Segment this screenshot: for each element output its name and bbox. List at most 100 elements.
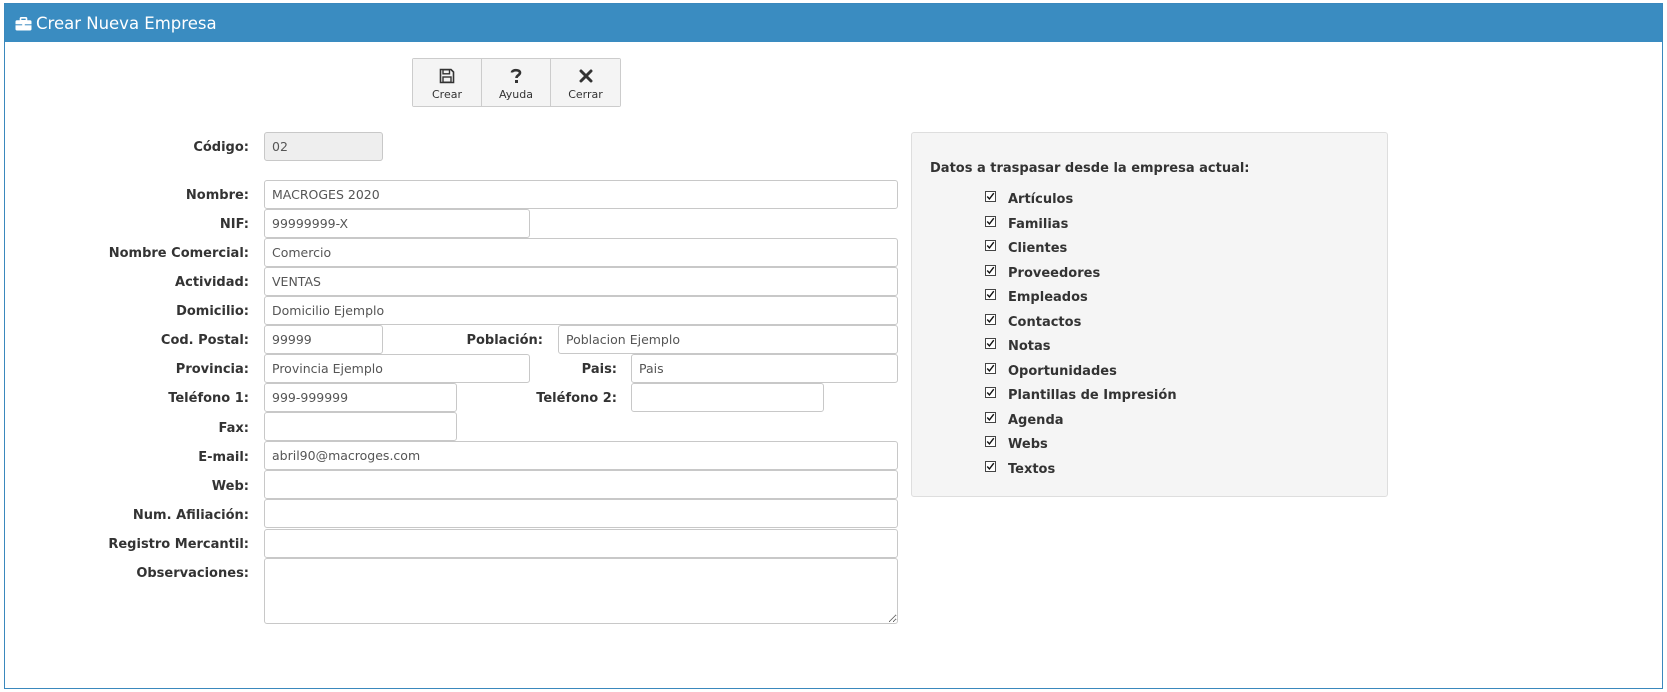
registro-mercantil-label: Registro Mercantil: [108,537,249,552]
check-icon [986,266,995,274]
check-icon [986,339,995,348]
question-icon [510,66,522,86]
transfer-item-label: Contactos [1008,314,1082,330]
num-afiliacion-field[interactable] [264,499,898,528]
checkbox[interactable] [985,460,996,472]
transfer-item-label: Webs [1008,437,1048,452]
checkbox[interactable] [985,240,996,251]
checkbox[interactable] [985,411,996,423]
checkbox[interactable] [985,191,996,202]
new-company-window: Crear Nueva Empresa Crear Ayuda Cerrar C… [4,3,1663,689]
telefono1-field[interactable] [264,383,457,412]
check-icon [986,241,995,250]
check-icon [986,364,995,372]
checkbox[interactable] [985,436,996,447]
telefono2-field[interactable] [631,383,824,412]
checkbox[interactable] [985,313,996,325]
check-icon [986,315,995,323]
ayuda-button[interactable]: Ayuda [482,59,551,106]
pais-field[interactable] [631,354,898,383]
check-icon [986,462,995,470]
email-field[interactable] [264,441,898,470]
close-icon [579,66,593,86]
nombre-comercial-label: Nombre Comercial: [108,246,249,261]
poblacion-field[interactable] [558,325,898,354]
transfer-item[interactable]: Contactos [985,313,1082,330]
domicilio-label: Domicilio: [176,304,249,319]
ayuda-label: Ayuda [499,88,533,101]
check-icon [986,290,995,299]
transfer-item[interactable]: Notas [985,338,1051,354]
nombre-field[interactable] [264,180,898,209]
provincia-field[interactable] [264,354,530,383]
check-icon [986,437,995,446]
email-label: E-mail: [198,450,249,465]
registro-mercantil-field[interactable] [264,529,898,558]
transfer-item[interactable]: Clientes [985,240,1068,256]
crear-label: Crear [432,88,462,101]
transfer-item[interactable]: Textos [985,460,1056,477]
codigo-label: Código: [193,140,249,155]
cod-postal-field[interactable] [264,325,383,354]
fax-field[interactable] [264,412,457,441]
telefono2-label: Teléfono 2: [536,391,617,406]
checkbox[interactable] [985,289,996,300]
nombre-comercial-field[interactable] [264,238,898,267]
transfer-title: Datos a traspasar desde la empresa actua… [930,161,1250,176]
save-icon [439,66,455,86]
briefcase-icon [15,16,32,31]
transfer-item-label: Oportunidades [1008,363,1117,379]
transfer-item-label: Familias [1008,216,1069,232]
crear-button[interactable]: Crear [413,59,482,106]
poblacion-label: Población: [466,333,543,348]
num-afiliacion-label: Num. Afiliación: [132,508,249,523]
transfer-panel: Datos a traspasar desde la empresa actua… [911,132,1388,497]
transfer-item[interactable]: Artículos [985,191,1074,207]
checkbox[interactable] [985,338,996,349]
actividad-field[interactable] [264,267,898,296]
check-icon [986,388,995,397]
window-titlebar: Crear Nueva Empresa [5,4,1662,42]
transfer-item-label: Agenda [1008,412,1064,428]
transfer-item-label: Proveedores [1008,265,1101,281]
transfer-item-label: Plantillas de Impresión [1008,388,1177,403]
provincia-label: Provincia: [175,362,249,377]
transfer-item[interactable]: Proveedores [985,264,1101,281]
cod-postal-label: Cod. Postal: [160,333,249,348]
transfer-item[interactable]: Empleados [985,289,1088,305]
cerrar-button[interactable]: Cerrar [551,59,620,106]
transfer-item[interactable]: Plantillas de Impresión [985,387,1177,403]
observaciones-label: Observaciones: [136,566,249,581]
transfer-item-label: Empleados [1008,290,1088,305]
pais-label: Pais: [581,362,617,377]
fax-label: Fax: [218,421,249,436]
checkbox[interactable] [985,215,996,227]
check-icon [986,192,995,201]
nif-field[interactable] [264,209,530,238]
web-field[interactable] [264,470,898,499]
transfer-item[interactable]: Webs [985,436,1048,452]
toolbar: Crear Ayuda Cerrar [412,58,621,107]
transfer-item-label: Clientes [1008,241,1068,256]
domicilio-field[interactable] [264,296,898,325]
transfer-item[interactable]: Agenda [985,411,1064,428]
window-title: Crear Nueva Empresa [36,13,217,33]
checkbox[interactable] [985,264,996,276]
checkbox[interactable] [985,362,996,374]
web-label: Web: [211,479,249,494]
nombre-label: Nombre: [185,188,249,203]
transfer-item[interactable]: Oportunidades [985,362,1117,379]
nif-label: NIF: [219,217,249,232]
transfer-item[interactable]: Familias [985,215,1069,232]
check-icon [986,217,995,225]
actividad-label: Actividad: [175,275,249,290]
check-icon [986,413,995,421]
cerrar-label: Cerrar [568,88,603,101]
transfer-item-label: Notas [1008,339,1051,354]
checkbox[interactable] [985,387,996,398]
telefono1-label: Teléfono 1: [168,391,249,406]
transfer-item-label: Textos [1008,461,1056,477]
codigo-field[interactable] [264,132,383,161]
observaciones-field[interactable] [264,558,898,624]
transfer-item-label: Artículos [1008,192,1074,207]
